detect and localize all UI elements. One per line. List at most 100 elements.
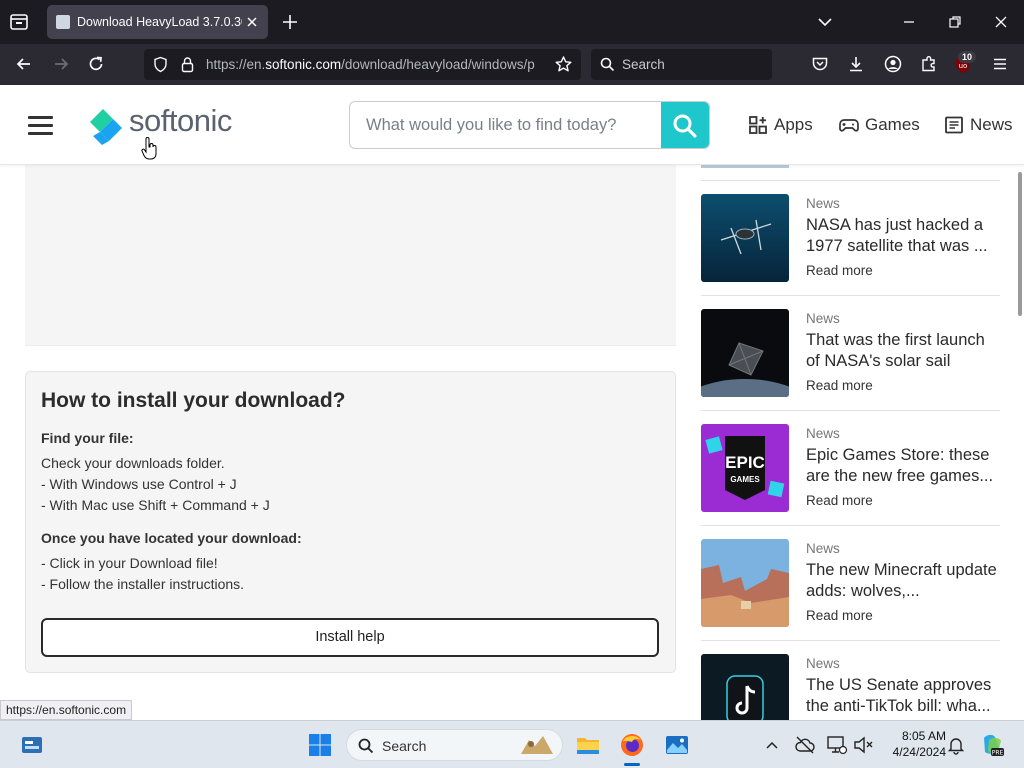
chevron-up-icon[interactable] xyxy=(762,735,782,755)
extensions-icon[interactable] xyxy=(919,54,939,74)
logo-text[interactable]: softonic xyxy=(129,103,232,139)
news-thumbnail xyxy=(701,539,789,627)
shield-icon[interactable] xyxy=(152,56,169,73)
copilot-icon[interactable]: PRE xyxy=(979,732,1005,758)
url-prefix: https://en. xyxy=(206,57,266,72)
network-icon[interactable] xyxy=(826,734,848,756)
clock-time: 8:05 AM xyxy=(901,729,946,743)
news-title[interactable]: NASA has just hacked a 1977 satellite th… xyxy=(806,215,1002,257)
svg-text:PRE: PRE xyxy=(992,750,1004,757)
reload-icon[interactable] xyxy=(86,54,106,74)
minimize-icon[interactable] xyxy=(899,12,919,32)
news-item[interactable]: News NASA has just hacked a 1977 satelli… xyxy=(701,194,1000,283)
windows-start-icon[interactable] xyxy=(308,733,332,757)
search-icon xyxy=(600,57,615,72)
news-item[interactable]: EPIC GAMES News Epic Games Store: these … xyxy=(701,424,1000,513)
news-thumbnail: EPIC GAMES xyxy=(701,424,789,512)
tab-title: Download HeavyLoad 3.7.0.301 xyxy=(77,15,242,29)
file-explorer-icon[interactable] xyxy=(576,733,600,757)
chevron-down-icon[interactable] xyxy=(815,12,835,32)
thumb-epic-text: EPIC xyxy=(725,453,765,472)
read-more-link[interactable]: Read more xyxy=(806,493,873,508)
divider xyxy=(701,640,1000,641)
browser-search-placeholder: Search xyxy=(622,57,665,72)
softonic-logo-icon[interactable] xyxy=(88,105,124,145)
news-title[interactable]: Epic Games Store: these are the new free… xyxy=(806,445,1002,487)
windows-taskbar: Search 8:05 AM 4/24/2024 PRE xyxy=(0,720,1024,768)
downloads-icon[interactable] xyxy=(846,54,866,74)
located-download-label: Once you have located your download: xyxy=(41,530,302,546)
pocket-icon[interactable] xyxy=(810,54,830,74)
tab-list-icon[interactable] xyxy=(8,11,30,33)
clock-date: 4/24/2024 xyxy=(892,745,946,759)
active-tab[interactable]: Download HeavyLoad 3.7.0.301 xyxy=(47,5,268,39)
instruction-line: - Follow the installer instructions. xyxy=(41,576,245,592)
back-icon[interactable] xyxy=(14,54,34,74)
news-item[interactable]: News That was the first launch of NASA's… xyxy=(701,309,1000,398)
photos-app-icon[interactable] xyxy=(665,733,689,757)
install-instructions-card: How to install your download? Find your … xyxy=(25,371,676,673)
close-window-icon[interactable] xyxy=(991,12,1011,32)
extension-badge: 10 xyxy=(958,51,976,63)
new-tab-icon[interactable] xyxy=(280,12,300,32)
news-thumbnail xyxy=(701,654,789,720)
site-search-input[interactable]: What would you like to find today? xyxy=(349,101,710,149)
hamburger-menu-icon[interactable] xyxy=(28,116,53,135)
url-domain: softonic.com xyxy=(265,57,342,72)
nav-news-label: News xyxy=(970,115,1013,134)
news-item[interactable]: News The US Senate approves the anti-Tik… xyxy=(701,654,1000,720)
browser-search-bar[interactable]: Search xyxy=(591,49,772,80)
install-help-button[interactable]: Install help xyxy=(41,618,659,657)
url-text: https://en.softonic.com/download/heavylo… xyxy=(206,57,546,72)
site-search-placeholder: What would you like to find today? xyxy=(366,116,617,134)
news-category: News xyxy=(806,656,840,671)
site-search-button[interactable] xyxy=(661,102,709,148)
nav-games-label: Games xyxy=(865,115,920,134)
news-title[interactable]: That was the first launch of NASA's sola… xyxy=(806,330,1002,372)
find-file-label: Find your file: xyxy=(41,430,134,446)
page-scrollbar[interactable] xyxy=(1018,172,1022,316)
gamepad-icon xyxy=(839,119,859,132)
lock-icon[interactable] xyxy=(179,56,196,73)
nav-apps-label: Apps xyxy=(774,115,813,134)
bookmark-star-icon[interactable] xyxy=(554,55,573,74)
active-app-indicator xyxy=(624,763,640,766)
close-tab-icon[interactable] xyxy=(244,14,260,30)
news-item[interactable]: News The new Minecraft update adds: wolv… xyxy=(701,539,1000,628)
restore-icon[interactable] xyxy=(945,12,965,32)
account-icon[interactable] xyxy=(883,54,903,74)
news-title[interactable]: The US Senate approves the anti-TikTok b… xyxy=(806,675,1000,717)
search-highlight-icon xyxy=(521,736,553,754)
hand-cursor-icon xyxy=(141,137,157,160)
read-more-link[interactable]: Read more xyxy=(806,378,873,393)
link-status-url: https://en.softonic.com xyxy=(0,700,133,720)
system-clock[interactable]: 8:05 AM 4/24/2024 xyxy=(880,728,946,760)
browser-nav-bar: https://en.softonic.com/download/heavylo… xyxy=(0,44,1024,85)
menu-icon[interactable] xyxy=(990,54,1010,74)
divider xyxy=(701,180,1000,181)
news-thumbnail xyxy=(701,194,789,282)
divider xyxy=(701,410,1000,411)
taskbar-search[interactable]: Search xyxy=(346,729,563,761)
apps-grid-icon xyxy=(749,116,767,134)
news-category: News xyxy=(806,196,840,211)
forward-icon[interactable] xyxy=(51,54,71,74)
divider xyxy=(701,525,1000,526)
search-icon xyxy=(358,738,374,754)
instruction-line: - With Mac use Shift + Command + J xyxy=(41,497,270,513)
widgets-icon[interactable] xyxy=(20,733,44,757)
ad-placeholder xyxy=(25,165,676,346)
thumb-games-text: GAMES xyxy=(730,475,760,484)
browser-tab-bar: Download HeavyLoad 3.7.0.301 xyxy=(0,0,1024,44)
volume-muted-icon[interactable] xyxy=(852,734,874,756)
address-bar[interactable]: https://en.softonic.com/download/heavylo… xyxy=(144,49,581,80)
search-icon xyxy=(673,114,697,138)
news-title[interactable]: The new Minecraft update adds: wolves,..… xyxy=(806,560,1002,602)
read-more-link[interactable]: Read more xyxy=(806,608,873,623)
cloud-offline-icon[interactable] xyxy=(794,734,816,756)
read-more-link[interactable]: Read more xyxy=(806,263,873,278)
install-heading: How to install your download? xyxy=(41,389,346,412)
firefox-icon[interactable] xyxy=(620,733,644,757)
notification-bell-icon[interactable] xyxy=(946,735,966,755)
news-category: News xyxy=(806,541,840,556)
